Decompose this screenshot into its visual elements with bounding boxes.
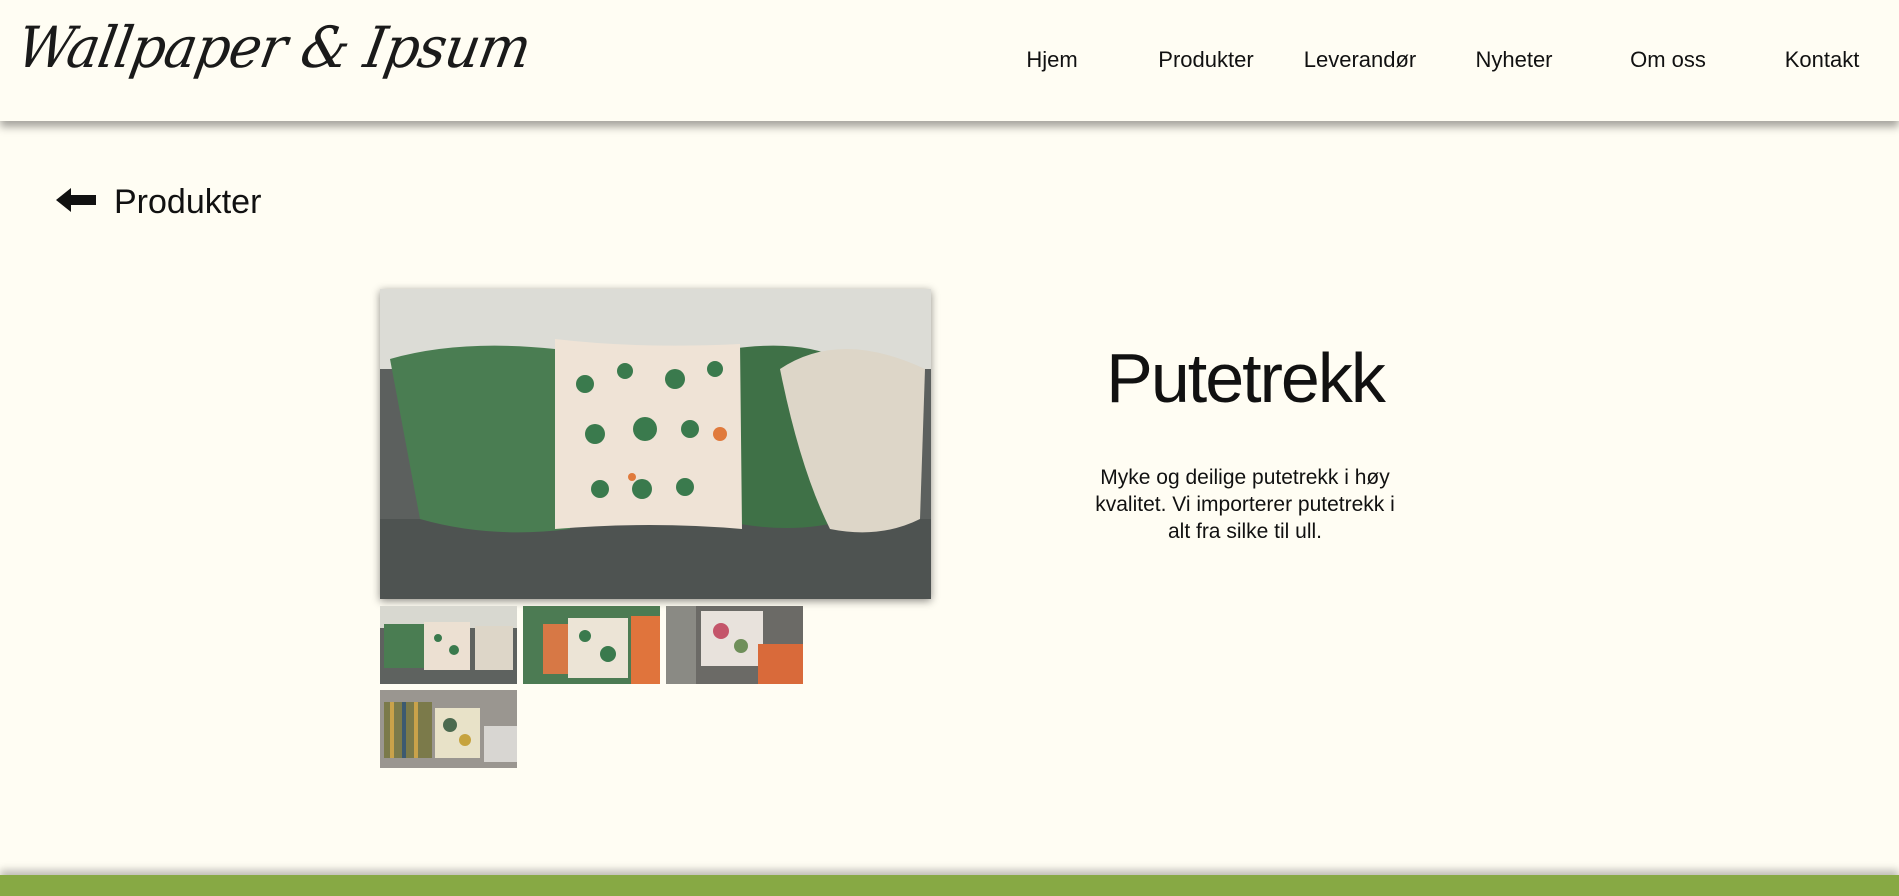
nav-item-kontakt[interactable]: Kontakt bbox=[1785, 47, 1860, 73]
arrow-left-icon bbox=[56, 187, 96, 218]
back-to-products-link[interactable]: Produkter bbox=[56, 182, 261, 222]
product-thumbnail[interactable] bbox=[666, 606, 803, 684]
site-header: Wallpaper & Ipsum Hjem Produkter Leveran… bbox=[0, 0, 1899, 121]
nav-item-om-oss[interactable]: Om oss bbox=[1630, 47, 1706, 73]
back-link-label: Produkter bbox=[114, 182, 262, 221]
product-description: Myke og deilige putetrekk i høy kvalitet… bbox=[1095, 466, 1395, 543]
product-thumbnail[interactable] bbox=[523, 606, 660, 684]
product-thumbnail[interactable] bbox=[380, 690, 517, 768]
nav-item-nyheter[interactable]: Nyheter bbox=[1475, 47, 1552, 73]
footer-bar bbox=[0, 875, 1899, 896]
nav-item-leverandor[interactable]: Leverandør bbox=[1304, 47, 1417, 73]
main-nav: Hjem Produkter Leverandør Nyheter Om oss… bbox=[0, 0, 1899, 121]
nav-item-hjem[interactable]: Hjem bbox=[1026, 47, 1077, 73]
product-main-image bbox=[380, 289, 931, 599]
product-thumbnail[interactable] bbox=[380, 606, 517, 684]
nav-item-produkter[interactable]: Produkter bbox=[1158, 47, 1253, 73]
product-title: Putetrekk bbox=[1106, 339, 1386, 417]
